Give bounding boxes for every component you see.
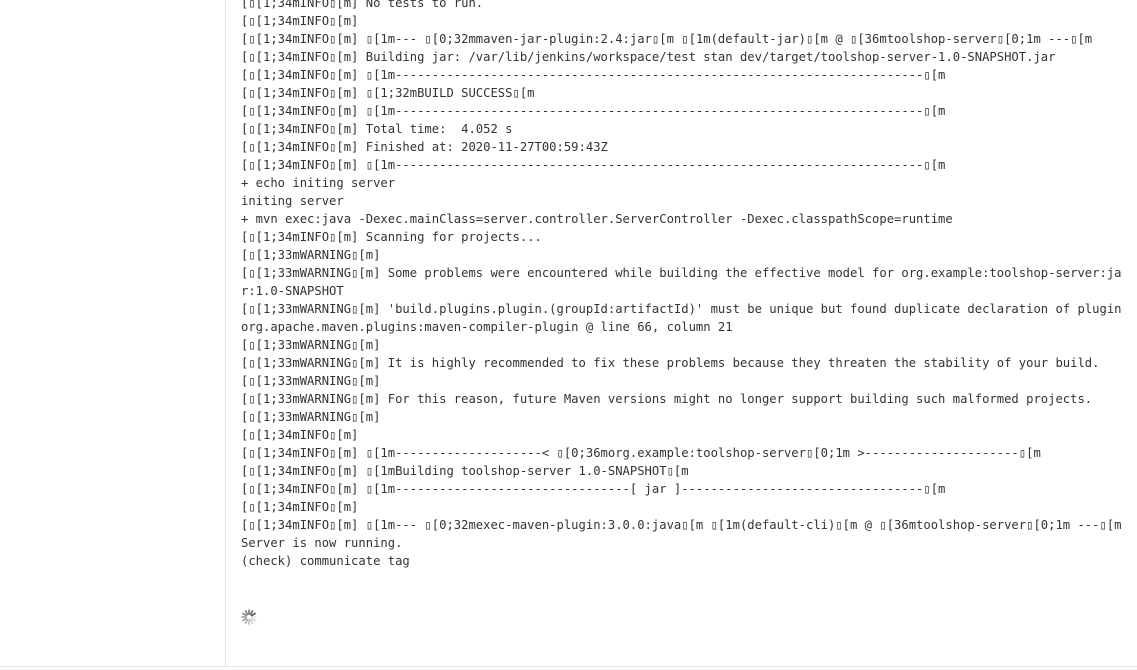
console-line: [▯[1;34mINFO▯[m]: [241, 500, 359, 514]
console-line: Server is now running.: [241, 536, 403, 550]
spinner-spoke: [250, 617, 256, 622]
console-line: [▯[1;33mWARNING▯[m]: [241, 410, 381, 424]
console-line: [▯[1;34mINFO▯[m] Total time: 4.052 s: [241, 122, 513, 136]
spinner-spoke: [250, 612, 256, 617]
console-line: [▯[1;34mINFO▯[m] ▯[1m-------------------…: [241, 158, 946, 172]
console-line: [▯[1;34mINFO▯[m] ▯[1m-------------------…: [241, 482, 946, 496]
loading-spinner-icon: [241, 609, 257, 625]
console-output: [▯[1;34mINFO▯[m] No tests to run. [▯[1;34…: [241, 0, 1131, 570]
console-line: [▯[1;34mINFO▯[m] ▯[1m--- ▯[0;32mmaven-ja…: [241, 32, 1093, 46]
spinner-spoke: [244, 610, 249, 616]
console-line: initing server: [241, 194, 344, 208]
console-line: [▯[1;33mWARNING▯[m] 'build.plugins.plugi…: [241, 302, 1129, 334]
console-line: [▯[1;34mINFO▯[m] ▯[1m-------------------…: [241, 104, 946, 118]
console-line: [▯[1;34mINFO▯[m]: [241, 14, 359, 28]
spinner-graphic: [241, 609, 257, 625]
spinner-spoke: [249, 618, 254, 624]
console-line: [▯[1;34mINFO▯[m] Scanning for projects..…: [241, 230, 542, 244]
console-line: [▯[1;34mINFO▯[m]: [241, 428, 359, 442]
console-line: [▯[1;33mWARNING▯[m]: [241, 338, 381, 352]
console-line: (check) communicate tag: [241, 554, 410, 568]
console-line: [▯[1;34mINFO▯[m] Building jar: /var/lib/…: [241, 50, 1056, 64]
console-line: [▯[1;33mWARNING▯[m] For this reason, fut…: [241, 392, 1093, 406]
jenkins-console-page: [▯[1;34mINFO▯[m] No tests to run. [▯[1;34…: [0, 0, 1137, 670]
footer-divider: [0, 666, 1137, 667]
console-line: [▯[1;33mWARNING▯[m] Some problems were e…: [241, 266, 1122, 298]
console-line: [▯[1;33mWARNING▯[m]: [241, 248, 381, 262]
console-line: [▯[1;33mWARNING▯[m]: [241, 374, 381, 388]
console-line: [▯[1;34mINFO▯[m] Finished at: 2020-11-27…: [241, 140, 608, 154]
console-line: [▯[1;34mINFO▯[m] No tests to run.: [241, 0, 484, 10]
console-line: [▯[1;34mINFO▯[m] ▯[1mBuilding toolshop-s…: [241, 464, 689, 478]
spinner-spoke: [242, 617, 248, 622]
console-line: [▯[1;34mINFO▯[m] ▯[1m--- ▯[0;32mexec-mav…: [241, 518, 1122, 532]
spinner-spoke: [244, 618, 249, 624]
console-line: [▯[1;34mINFO▯[m] ▯[1m-------------------…: [241, 68, 946, 82]
spinner-spoke: [242, 612, 248, 617]
console-line: + mvn exec:java -Dexec.mainClass=server.…: [241, 212, 953, 226]
console-line: [▯[1;34mINFO▯[m] ▯[1;32mBUILD SUCCESS▯[m: [241, 86, 535, 100]
console-line: [▯[1;33mWARNING▯[m] It is highly recomme…: [241, 356, 1100, 370]
console-line: + echo initing server: [241, 176, 396, 190]
spinner-spoke: [249, 610, 254, 616]
left-sidebar: [0, 0, 226, 666]
console-line: [▯[1;34mINFO▯[m] ▯[1m-------------------…: [241, 446, 1041, 460]
